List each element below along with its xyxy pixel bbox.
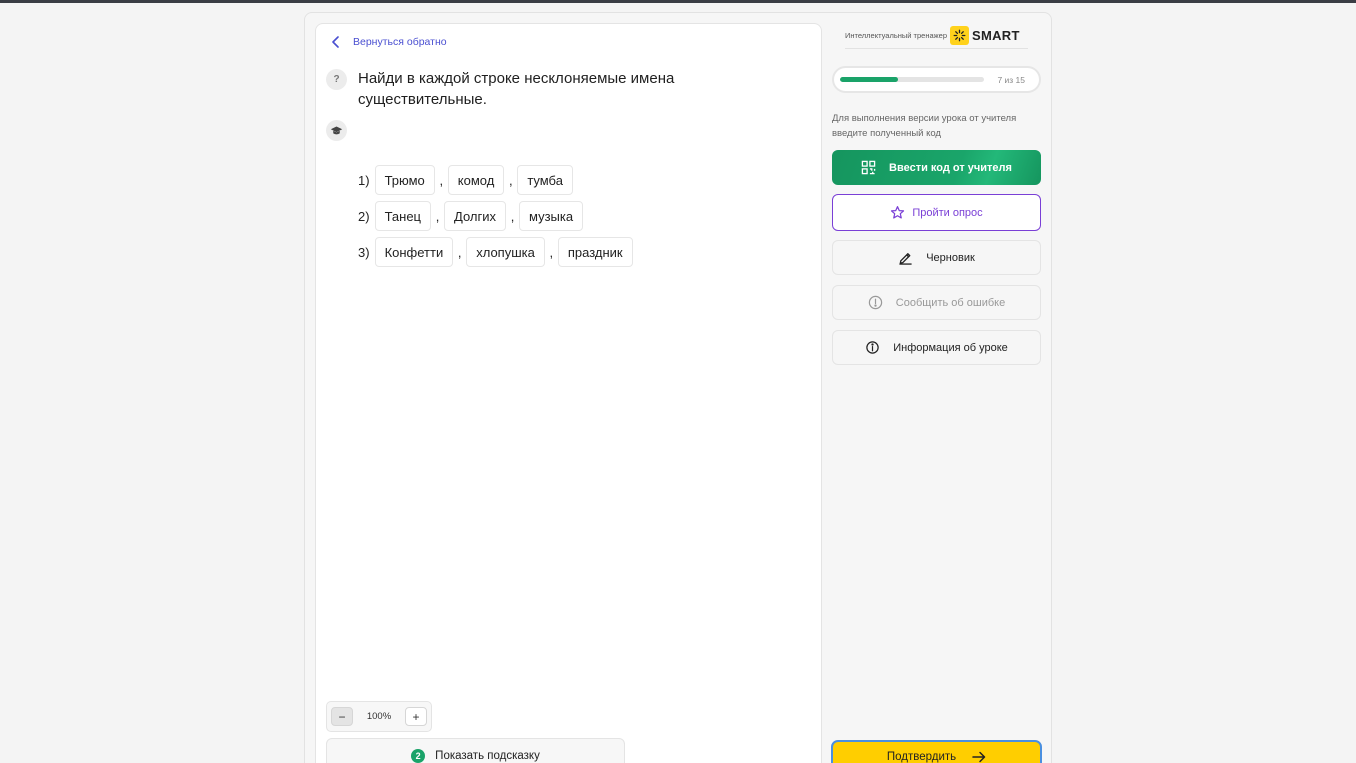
row-number: 1) (358, 172, 370, 188)
chevron-left-icon (332, 36, 339, 48)
word-separator: , (549, 244, 554, 260)
graduation-cap-icon[interactable] (326, 120, 347, 141)
back-link[interactable]: Вернуться обратно (331, 34, 447, 50)
zoom-control: − 100% + (326, 701, 432, 732)
row-number: 3) (358, 244, 370, 260)
star-icon (891, 206, 905, 219)
word-chip[interactable]: Танец (374, 201, 432, 231)
word-chip[interactable]: хлопушка (466, 237, 545, 267)
zoom-in-button[interactable]: + (405, 707, 427, 726)
word-separator: , (439, 172, 444, 188)
enter-teacher-code-button[interactable]: Ввести код от учителя (832, 150, 1041, 185)
word-chip[interactable]: Долгих (444, 201, 506, 231)
row-number: 2) (358, 208, 370, 224)
lesson-info-label: Информация об уроке (893, 341, 1008, 354)
sun-logo-icon (950, 26, 969, 45)
progress-text: 7 из 15 (997, 74, 1025, 85)
word-chip[interactable]: музыка (519, 201, 584, 231)
teacher-code-note: Для выполнения версии урока от учителя в… (832, 113, 1017, 139)
back-link-label: Вернуться обратно (353, 36, 447, 48)
progress-fill (840, 77, 898, 82)
question-icon[interactable]: ? (326, 69, 347, 90)
qr-code-icon (861, 160, 876, 175)
pencil-icon (899, 253, 912, 265)
report-error-label: Сообщить об ошибке (895, 296, 1006, 309)
show-hint-button[interactable]: 2 Показать подсказку (326, 738, 625, 763)
show-hint-label: Показать подсказку (435, 750, 540, 762)
progress-track (840, 77, 984, 82)
word-chip[interactable]: Конфетти (374, 237, 454, 267)
word-chip[interactable]: праздник (557, 237, 633, 267)
task-card (315, 23, 822, 763)
arrow-right-icon (972, 751, 986, 763)
confirm-button[interactable]: Подтвердить (831, 740, 1042, 763)
report-error-button[interactable]: Сообщить об ошибке (832, 285, 1041, 320)
lesson-progress: 7 из 15 (832, 66, 1041, 93)
info-icon (866, 341, 879, 354)
answer-row-1: 1) Трюмо , комод , тумба (358, 165, 573, 195)
brand-name: SMART (972, 28, 1020, 43)
brand-header: Интеллектуальный тренажер SMART (845, 23, 1028, 49)
word-chip[interactable]: тумба (517, 165, 573, 195)
take-survey-button[interactable]: Пройти опрос (832, 194, 1041, 231)
lesson-info-button[interactable]: Информация об уроке (832, 330, 1041, 365)
word-separator: , (457, 244, 462, 260)
brand-caption: Интеллектуальный тренажер (845, 31, 947, 40)
word-separator: , (435, 208, 440, 224)
draft-button[interactable]: Черновик (832, 240, 1041, 275)
take-survey-label: Пройти опрос (912, 206, 983, 219)
word-chip[interactable]: Трюмо (374, 165, 435, 195)
word-separator: , (509, 172, 513, 188)
confirm-label: Подтвердить (886, 751, 957, 763)
exclamation-circle-icon (868, 295, 882, 310)
task-title: Найди в каждой строке несклоняемые имена… (358, 70, 675, 108)
hint-count-badge: 2 (411, 749, 426, 763)
zoom-out-button[interactable]: − (331, 707, 353, 726)
enter-teacher-code-label: Ввести код от учителя (889, 161, 1012, 174)
zoom-level: 100% (366, 711, 392, 722)
word-chip[interactable]: комод (447, 165, 505, 195)
window-top-strip (0, 0, 1356, 3)
answer-row-3: 3) Конфетти , хлопушка , праздник (358, 237, 633, 267)
answer-row-2: 2) Танец , Долгих , музыка (358, 201, 584, 231)
word-separator: , (510, 208, 515, 224)
draft-label: Черновик (926, 251, 975, 264)
